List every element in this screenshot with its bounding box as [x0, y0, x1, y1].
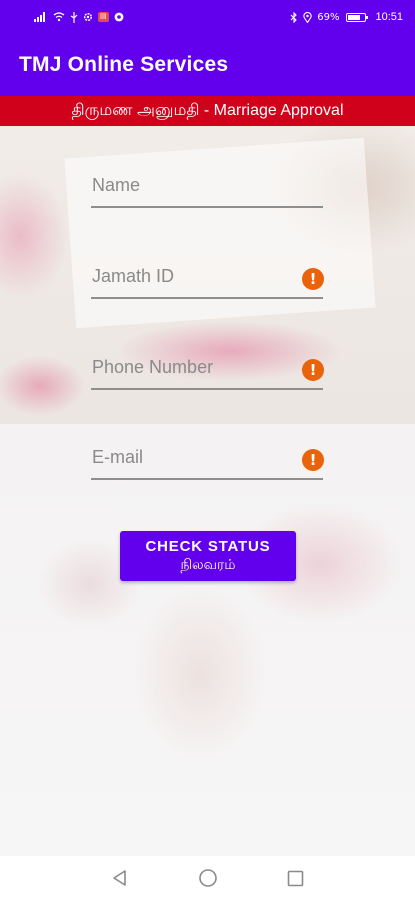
phone-error-icon[interactable]: !	[302, 359, 324, 381]
phone-field[interactable]: !	[91, 350, 324, 390]
check-status-button[interactable]: CHECK STATUS நிலவரம்	[120, 531, 296, 581]
battery-icon	[346, 12, 369, 22]
home-button[interactable]	[197, 867, 219, 889]
app-bar: TMJ Online Services	[0, 34, 415, 96]
jamath-id-field[interactable]: !	[91, 259, 324, 299]
recents-icon	[287, 870, 304, 886]
jamath-id-input[interactable]	[91, 259, 323, 297]
email-input[interactable]	[91, 440, 323, 478]
status-left-icons: ▤	[34, 11, 124, 23]
back-icon	[112, 870, 126, 886]
wifi-icon	[53, 12, 65, 22]
background-paper	[64, 137, 376, 329]
usb-icon	[70, 11, 78, 23]
phone-input[interactable]	[91, 350, 323, 388]
status-right-icons: 69% 10:51	[290, 11, 403, 23]
system-nav-bar	[0, 856, 415, 900]
notification-badge-icon: ▤	[98, 12, 109, 22]
check-status-label-en: CHECK STATUS	[145, 537, 271, 555]
background-image-bottom	[0, 424, 415, 856]
check-status-label-ta: நிலவரம்	[180, 556, 236, 573]
page-banner: திருமண அனுமதி - Marriage Approval	[0, 96, 415, 126]
chrome-icon	[114, 12, 124, 22]
home-icon	[198, 869, 217, 887]
bluetooth-icon	[290, 11, 298, 23]
battery-tip	[366, 15, 369, 19]
battery-percent: 69%	[317, 11, 340, 23]
back-button[interactable]	[109, 867, 131, 889]
settings-icon	[83, 12, 93, 22]
email-field[interactable]: !	[91, 440, 324, 480]
banner-text: திருமண அனுமதி - Marriage Approval	[71, 102, 344, 119]
email-error-icon[interactable]: !	[302, 449, 324, 471]
status-bar: ▤ 69% 10:51	[0, 0, 415, 34]
signal-icon	[34, 12, 45, 22]
location-icon	[303, 11, 312, 23]
battery-fill	[348, 14, 360, 20]
app-title: TMJ Online Services	[19, 53, 229, 76]
recents-button[interactable]	[285, 867, 307, 889]
name-input[interactable]	[91, 168, 323, 206]
jamath-id-error-icon[interactable]: !	[302, 268, 324, 290]
form-content: ! ! ! CHECK STATUS நிலவரம்	[0, 126, 415, 856]
clock: 10:51	[375, 11, 403, 23]
name-field[interactable]	[91, 168, 323, 208]
